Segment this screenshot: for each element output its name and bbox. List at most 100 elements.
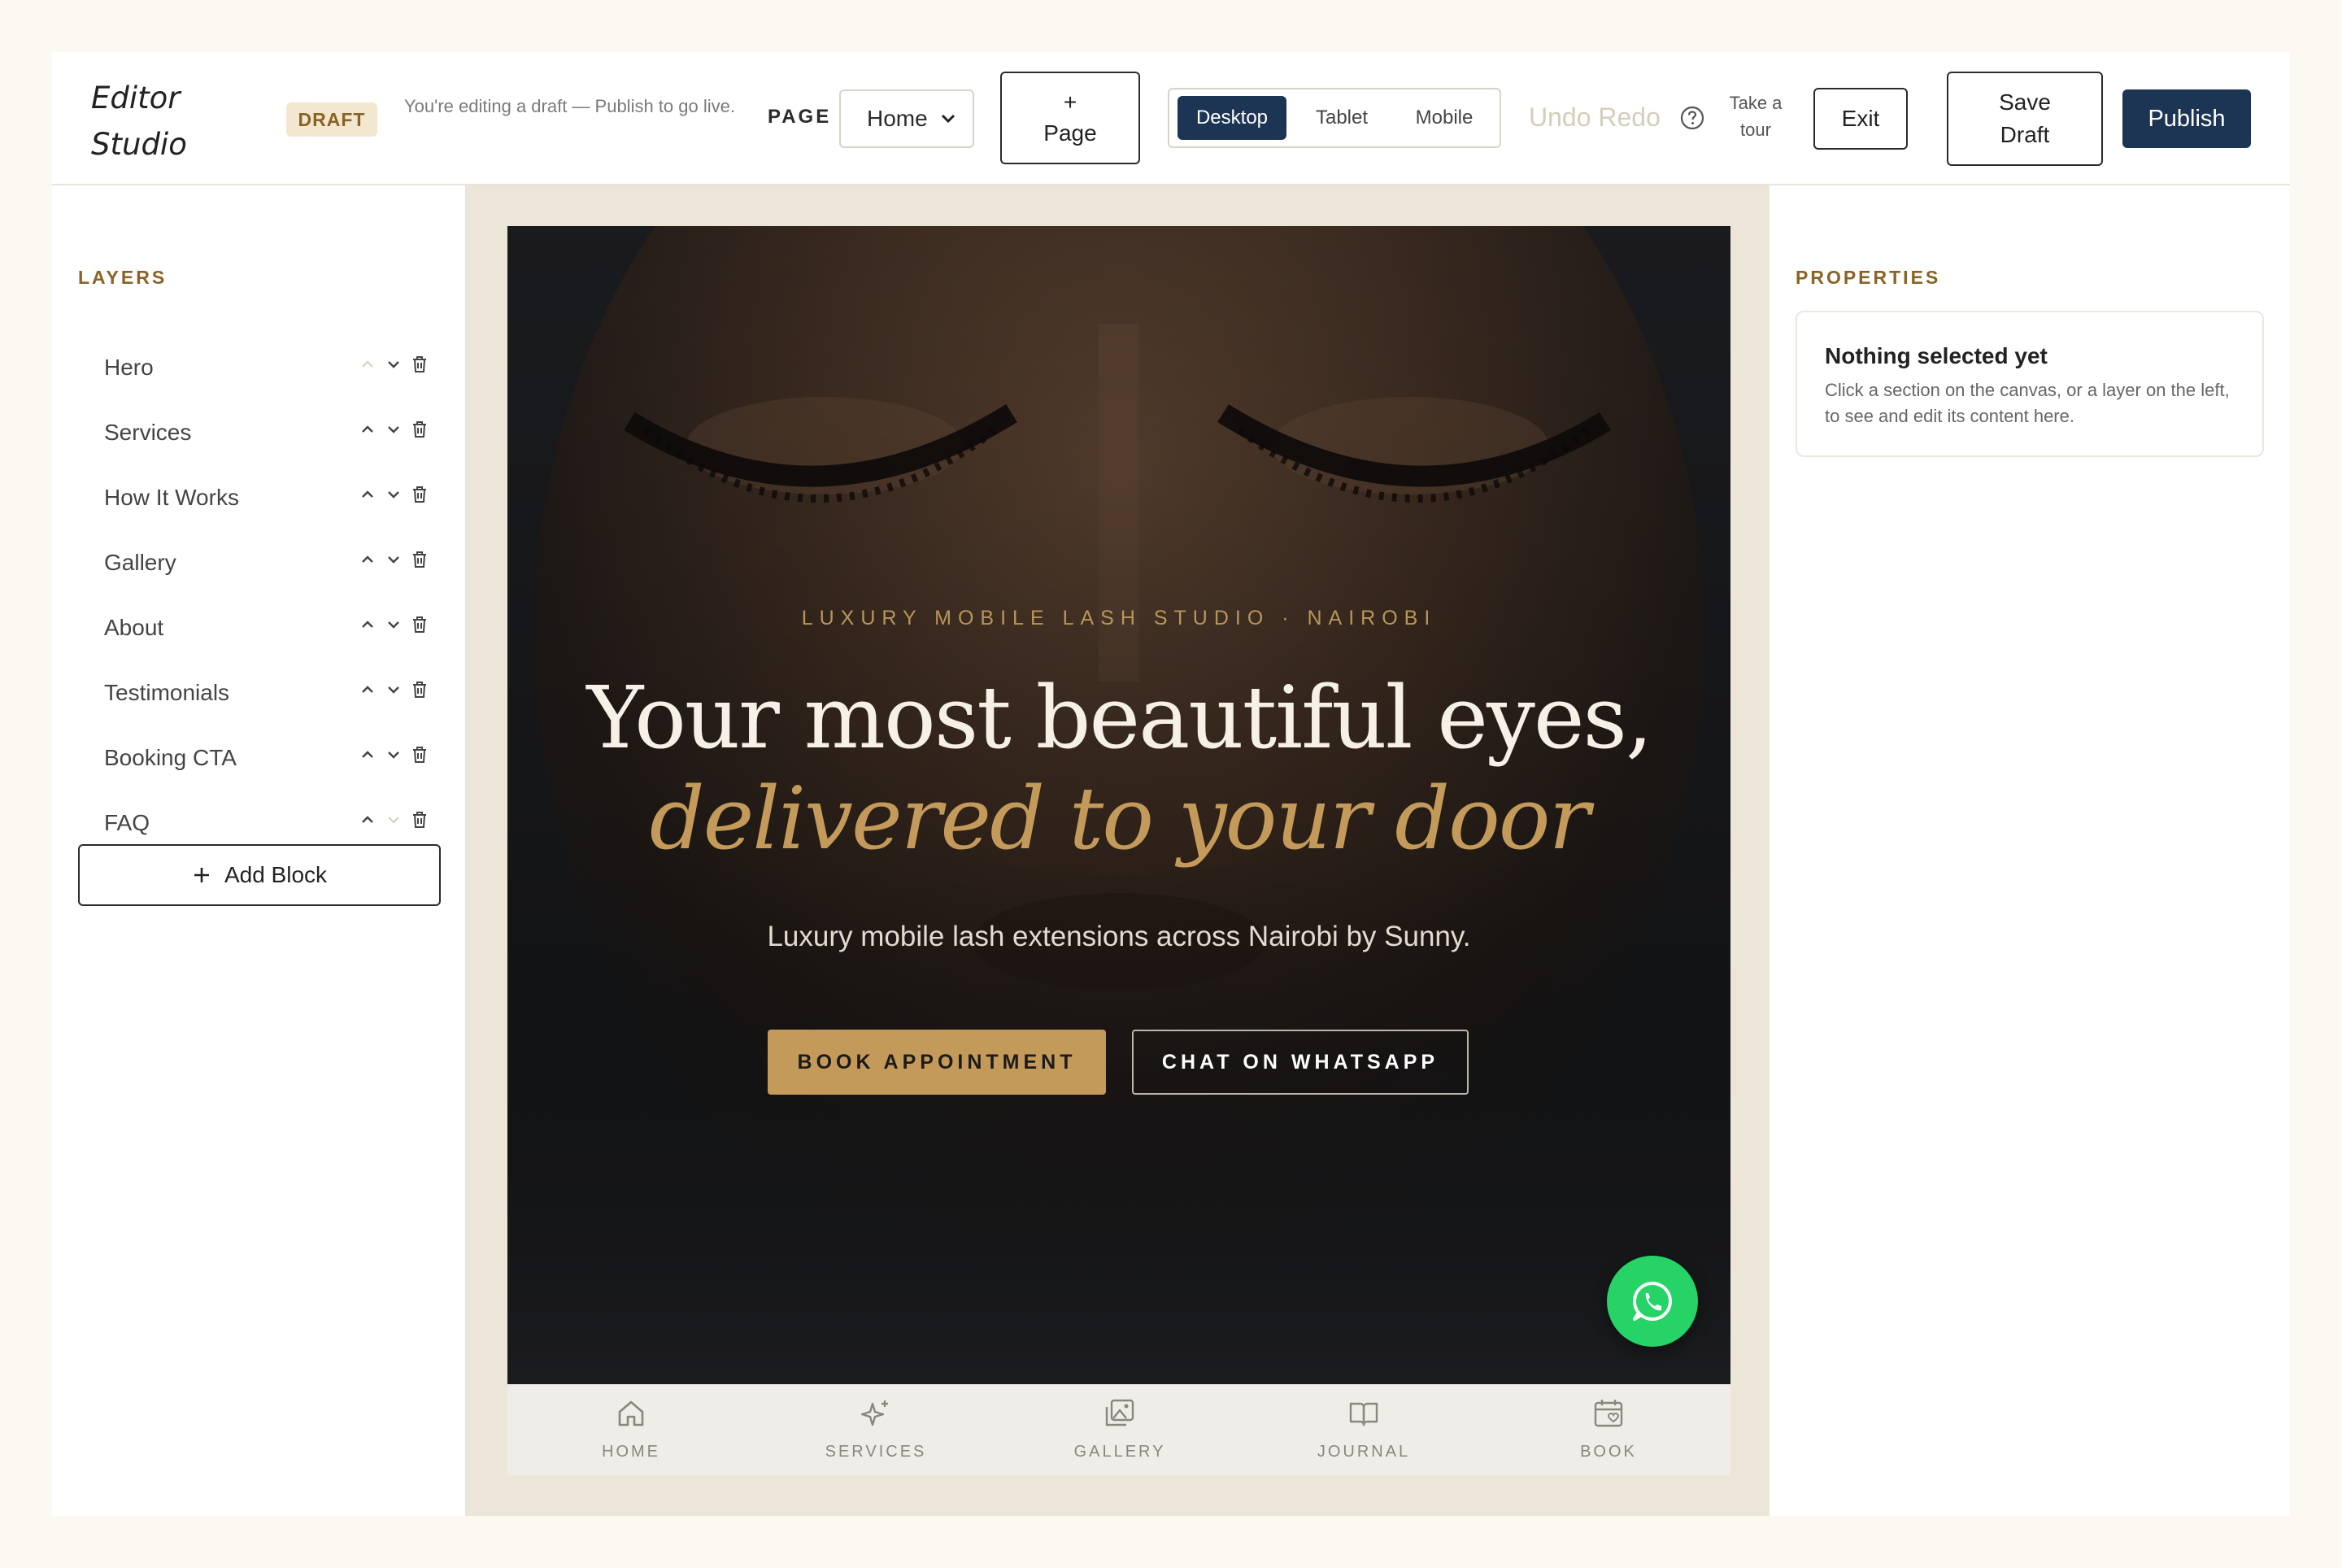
hero-headline: Your most beautiful eyes, bbox=[586, 668, 1652, 768]
chevron-down-icon[interactable] bbox=[384, 485, 403, 504]
sparkle-icon bbox=[860, 1400, 888, 1426]
take-tour-link[interactable]: Take a tour bbox=[1719, 89, 1792, 143]
page-select-value: Home bbox=[867, 106, 928, 131]
bottom-nav: HOME SERVICES GALLERY JOURNAL BOOK bbox=[507, 1384, 1730, 1475]
nav-book[interactable]: BOOK bbox=[1511, 1384, 1706, 1475]
publish-button[interactable]: Publish bbox=[2122, 89, 2251, 148]
editor-app: Editor Studio DRAFT You're editing a dra… bbox=[52, 52, 2290, 1516]
draft-note: You're editing a draft — Publish to go l… bbox=[404, 96, 735, 116]
chat-whatsapp-button[interactable]: CHAT ON WHATSAPP bbox=[1132, 1030, 1469, 1095]
save-draft-button[interactable]: Save Draft bbox=[1947, 72, 2103, 166]
properties-panel: PROPERTIES Nothing selected yet Click a … bbox=[1770, 185, 2290, 1516]
device-toggle: Desktop Tablet Mobile bbox=[1168, 88, 1501, 148]
layer-item-label: Testimonials bbox=[104, 680, 230, 705]
layer-item[interactable]: Hero bbox=[78, 343, 441, 392]
hero-eyebrow: LUXURY MOBILE LASH STUDIO · NAIROBI bbox=[801, 607, 1437, 629]
chevron-down-icon[interactable] bbox=[384, 420, 403, 439]
chevron-down-icon bbox=[941, 114, 956, 124]
chevron-down-icon[interactable] bbox=[384, 615, 403, 634]
plus-icon bbox=[194, 868, 209, 882]
device-desktop-button[interactable]: Desktop bbox=[1178, 96, 1286, 140]
page-select[interactable]: Home bbox=[839, 89, 974, 148]
gallery-icon bbox=[1105, 1399, 1134, 1426]
draft-badge: DRAFT bbox=[286, 102, 377, 137]
add-block-button[interactable]: Add Block bbox=[78, 844, 441, 906]
nav-journal[interactable]: JOURNAL bbox=[1266, 1384, 1461, 1475]
home-icon bbox=[618, 1400, 644, 1426]
plus-icon: + bbox=[1063, 89, 1077, 115]
brand-logo: Editor Studio bbox=[91, 81, 187, 162]
layer-item[interactable]: Services bbox=[78, 408, 441, 457]
device-mobile-button[interactable]: Mobile bbox=[1395, 96, 1493, 140]
chevron-down-icon[interactable] bbox=[384, 550, 403, 569]
layer-item[interactable]: FAQ bbox=[78, 799, 441, 847]
trash-icon[interactable] bbox=[410, 680, 429, 699]
exit-button[interactable]: Exit bbox=[1813, 88, 1908, 150]
whatsapp-fab-button[interactable] bbox=[1607, 1256, 1698, 1347]
chevron-down-icon[interactable] bbox=[384, 745, 403, 764]
empty-selection-card: Nothing selected yet Click a section on … bbox=[1796, 311, 2264, 457]
layer-item[interactable]: Booking CTA bbox=[78, 734, 441, 782]
calendar-heart-icon bbox=[1594, 1400, 1623, 1427]
undo-redo-buttons[interactable]: Undo Redo bbox=[1529, 102, 1661, 133]
layer-item-label: Hero bbox=[104, 355, 154, 380]
chevron-down-icon[interactable] bbox=[384, 810, 403, 830]
nav-services[interactable]: SERVICES bbox=[778, 1384, 973, 1475]
nav-journal-label: JOURNAL bbox=[1317, 1443, 1411, 1461]
layer-item-label: Gallery bbox=[104, 550, 176, 575]
chevron-up-icon[interactable] bbox=[358, 550, 377, 569]
chevron-up-icon[interactable] bbox=[358, 420, 377, 439]
trash-icon[interactable] bbox=[410, 485, 429, 504]
layer-item[interactable]: About bbox=[78, 603, 441, 652]
nav-home[interactable]: HOME bbox=[533, 1384, 729, 1475]
chevron-up-icon[interactable] bbox=[358, 680, 377, 699]
layer-item-label: FAQ bbox=[104, 810, 150, 835]
chevron-down-icon[interactable] bbox=[384, 355, 403, 374]
layer-item-label: About bbox=[104, 615, 164, 640]
add-page-button[interactable]: + Page bbox=[1000, 72, 1140, 164]
nav-gallery-label: GALLERY bbox=[1073, 1443, 1166, 1461]
device-tablet-button[interactable]: Tablet bbox=[1293, 96, 1391, 140]
trash-icon[interactable] bbox=[410, 420, 429, 439]
layer-item-label: Booking CTA bbox=[104, 745, 237, 770]
editor-canvas: LUXURY MOBILE LASH STUDIO · NAIROBI Your… bbox=[467, 185, 1770, 1516]
add-block-label: Add Block bbox=[224, 862, 328, 887]
empty-selection-description: Click a section on the canvas, or a laye… bbox=[1825, 380, 2230, 426]
nav-home-label: HOME bbox=[602, 1443, 660, 1461]
empty-selection-title: Nothing selected yet bbox=[1825, 343, 2048, 368]
page-label: PAGE bbox=[768, 106, 832, 128]
nav-services-label: SERVICES bbox=[825, 1443, 927, 1461]
nav-book-label: BOOK bbox=[1580, 1443, 1637, 1461]
layer-item-label: How It Works bbox=[104, 485, 239, 510]
hero-section[interactable]: LUXURY MOBILE LASH STUDIO · NAIROBI Your… bbox=[507, 226, 1730, 1384]
question-circle-icon[interactable] bbox=[1678, 104, 1706, 132]
layers-panel: LAYERS Hero Services How It Works Gallery Ab… bbox=[52, 185, 467, 1516]
layer-item-label: Services bbox=[104, 420, 192, 445]
layer-item[interactable]: Testimonials bbox=[78, 669, 441, 717]
chevron-up-icon[interactable] bbox=[358, 485, 377, 504]
add-page-label: Page bbox=[1043, 120, 1097, 146]
trash-icon[interactable] bbox=[410, 615, 429, 634]
chevron-up-icon[interactable] bbox=[358, 355, 377, 374]
properties-title: PROPERTIES bbox=[1796, 267, 1941, 288]
chevron-up-icon[interactable] bbox=[358, 810, 377, 830]
hero-subtext: Luxury mobile lash extensions across Nai… bbox=[767, 921, 1471, 952]
whatsapp-icon bbox=[1632, 1281, 1672, 1321]
trash-icon[interactable] bbox=[410, 745, 429, 764]
book-appointment-button[interactable]: BOOK APPOINTMENT bbox=[768, 1030, 1106, 1095]
book-open-icon bbox=[1349, 1402, 1378, 1426]
trash-icon[interactable] bbox=[410, 550, 429, 569]
trash-icon[interactable] bbox=[410, 810, 429, 830]
layer-item[interactable]: Gallery bbox=[78, 538, 441, 587]
chevron-up-icon[interactable] bbox=[358, 745, 377, 764]
page-preview: LUXURY MOBILE LASH STUDIO · NAIROBI Your… bbox=[507, 226, 1730, 1475]
chevron-up-icon[interactable] bbox=[358, 615, 377, 634]
hero-headline-italic: delivered to your door bbox=[649, 769, 1591, 869]
trash-icon[interactable] bbox=[410, 355, 429, 374]
chevron-down-icon[interactable] bbox=[384, 680, 403, 699]
layer-item[interactable]: How It Works bbox=[78, 473, 441, 522]
save-draft-label: Save Draft bbox=[1999, 89, 2051, 147]
nav-gallery[interactable]: GALLERY bbox=[1022, 1384, 1217, 1475]
top-bar: Editor Studio DRAFT You're editing a dra… bbox=[52, 52, 2290, 185]
layers-title: LAYERS bbox=[78, 267, 168, 288]
